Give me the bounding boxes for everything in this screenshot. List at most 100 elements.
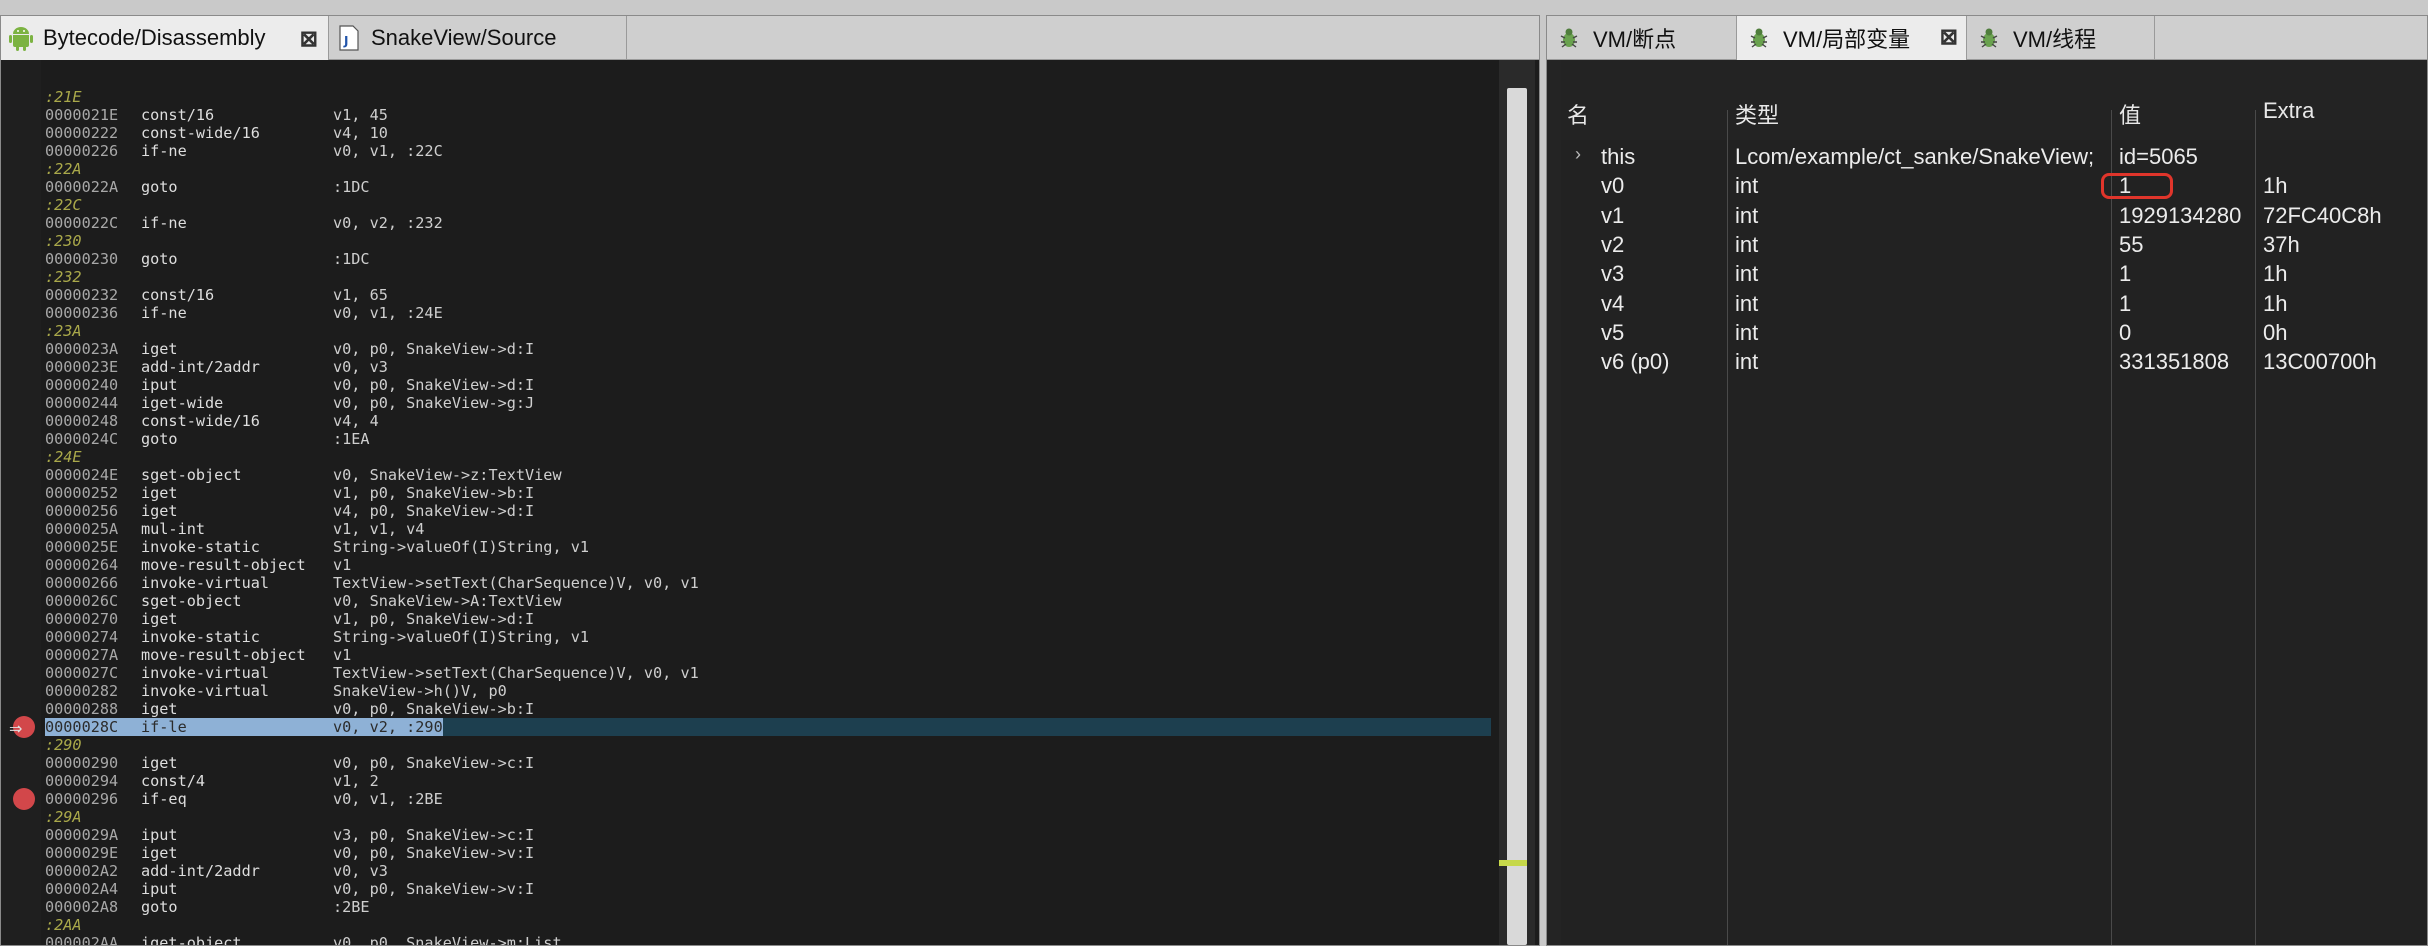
tab-vm-threads[interactable]: VM/线程 <box>1967 16 2155 60</box>
close-icon[interactable]: ⊠ <box>300 26 318 52</box>
breakpoint-gutter[interactable] <box>1 60 41 945</box>
code-line[interactable]: 0000027C invoke-virtual TextView->setText(… <box>45 664 1491 682</box>
vertical-scrollbar[interactable] <box>1499 60 1535 945</box>
tab-vm-breakpoints[interactable]: VM/断点 <box>1547 16 1737 60</box>
code-label[interactable]: :22A <box>45 160 1491 178</box>
column-header-value[interactable]: 值 <box>2119 98 2141 130</box>
tab-label: VM/断点 <box>1593 27 1677 52</box>
code-line[interactable]: 00000232 const/16 v1, 65 <box>45 286 1491 304</box>
code-line[interactable]: 0000022A goto:1DC <box>45 178 1491 196</box>
code-line[interactable]: 00000230 goto:1DC <box>45 250 1491 268</box>
code-line[interactable]: 0000022C if-ne v0, v2, :232 <box>45 214 1491 232</box>
code-label[interactable]: :2AA <box>45 916 1491 934</box>
code-opcode: const-wide/16 <box>141 412 260 430</box>
code-line[interactable]: 0000024C goto:1EA <box>45 430 1491 448</box>
cell-type: int <box>1735 261 1759 287</box>
code-address: 0000024E <box>45 466 119 484</box>
table-row[interactable]: v3 int 1 1h <box>1561 259 2427 289</box>
code-line[interactable]: 0000028C if-le v0, v2, :290 ⇒ <box>9 716 1491 738</box>
cell-value: 55 <box>2119 231 2144 257</box>
breakpoint-icon[interactable] <box>13 788 35 810</box>
tab-bytecode-disassembly[interactable]: Bytecode/Disassembly ⊠ <box>1 16 329 60</box>
code-label[interactable]: :24E <box>45 448 1491 466</box>
code-line[interactable]: 00000236 if-ne v0, v1, :24E <box>45 304 1491 322</box>
code-line[interactable]: 00000244 iget-wide v0, p0, SnakeView->g:J <box>45 394 1491 412</box>
code-line[interactable]: 0000029A iput v3, p0, SnakeView->c:I <box>45 826 1491 844</box>
code-line[interactable]: 000002A2 add-int/2addr v0, v3 <box>45 862 1491 880</box>
code-line[interactable]: 000002A4 iput v0, p0, SnakeView->v:I <box>45 880 1491 898</box>
code-line[interactable]: 000002A8 goto:2BE <box>45 898 1491 916</box>
code-line[interactable]: 0000027A move-result-object v1 <box>45 646 1491 664</box>
code-operands: v0, v3 <box>333 862 388 880</box>
code-label[interactable]: :22C <box>45 196 1491 214</box>
code-line[interactable]: 0000023E add-int/2addr v0, v3 <box>45 358 1491 376</box>
code-line[interactable]: 00000256 iget v4, p0, SnakeView->d:I <box>45 502 1491 520</box>
code-label[interactable]: :21E <box>45 88 1491 106</box>
code-editor[interactable]: :21E 0000021E const/16 v1, 45 00000222 const-… <box>1 60 1491 945</box>
code-line[interactable]: 00000274 invoke-static String->valueOf(I)S… <box>45 628 1491 646</box>
table-row[interactable]: v0 int 1 1h <box>1561 171 2427 201</box>
column-header-type[interactable]: 类型 <box>1735 98 1779 130</box>
table-row[interactable]: v2 int 55 37h <box>1561 230 2427 260</box>
code-line[interactable]: 0000029E iget v0, p0, SnakeView->v:I <box>45 844 1491 862</box>
variables-pane: VM/断点 VM/局部变量 ⊠ VM/线程 名 类型 值 Extra › thi… <box>1546 15 2428 946</box>
code-line[interactable]: 0000026C sget-object v0, SnakeView->A:Text… <box>45 592 1491 610</box>
tab-snakeview-source[interactable]: J SnakeView/Source <box>329 16 627 60</box>
code-line[interactable]: 00000270 iget v1, p0, SnakeView->d:I <box>45 610 1491 628</box>
code-operands: v1 <box>333 556 352 574</box>
code-address: 00000230 <box>45 250 119 268</box>
code-opcode: iget-object <box>141 934 242 945</box>
code-operands: v0, v3 <box>333 358 388 376</box>
tab-label: SnakeView/Source <box>371 25 557 50</box>
code-line[interactable]: 00000252 iget v1, p0, SnakeView->b:I <box>45 484 1491 502</box>
code-opcode: add-int/2addr <box>141 358 260 376</box>
code-line[interactable]: 0000025A mul-int v1, v1, v4 <box>45 520 1491 538</box>
scrollbar-thumb[interactable] <box>1507 88 1527 945</box>
bug-icon <box>1980 28 1998 48</box>
code-operands: v4, 4 <box>333 412 379 430</box>
code-line[interactable]: 00000222 const-wide/16 v4, 10 <box>45 124 1491 142</box>
svg-text:J: J <box>343 34 348 48</box>
table-row[interactable]: v1 int 1929134280 72FC40C8h <box>1561 201 2427 231</box>
column-header-extra[interactable]: Extra <box>2263 98 2314 124</box>
code-opcode: add-int/2addr <box>141 862 260 880</box>
code-line[interactable]: 00000248 const-wide/16 v4, 4 <box>45 412 1491 430</box>
code-line[interactable]: 00000226 if-ne v0, v1, :22C <box>45 142 1491 160</box>
code-line[interactable]: 00000266 invoke-virtual TextView->setText(… <box>45 574 1491 592</box>
tab-label: VM/线程 <box>2013 27 2097 52</box>
code-line[interactable]: 00000282 invoke-virtual SnakeView->h()V, p… <box>45 682 1491 700</box>
code-address: 0000029E <box>45 844 119 862</box>
code-line[interactable]: 00000294 const/4 v1, 2 <box>45 772 1491 790</box>
tab-vm-locals[interactable]: VM/局部变量 ⊠ <box>1737 16 1967 60</box>
code-line[interactable]: 0000024E sget-object v0, SnakeView->z:Text… <box>45 466 1491 484</box>
code-label[interactable]: :290 <box>45 736 1491 754</box>
code-line[interactable]: 00000296 if-eq v0, v1, :2BE <box>13 788 1491 810</box>
code-operands: v1, 65 <box>333 286 388 304</box>
code-label[interactable]: :230 <box>45 232 1491 250</box>
code-operands: :1EA <box>333 430 370 448</box>
code-line[interactable]: 0000023A iget v0, p0, SnakeView->d:I <box>45 340 1491 358</box>
close-icon[interactable]: ⊠ <box>1940 24 1958 50</box>
table-row[interactable]: v4 int 1 1h <box>1561 289 2427 319</box>
code-line[interactable]: 0000025E invoke-static String->valueOf(I)S… <box>45 538 1491 556</box>
chevron-right-icon[interactable]: › <box>1575 144 1581 165</box>
code-operands: String->valueOf(I)String, v1 <box>333 628 590 646</box>
code-opcode: const-wide/16 <box>141 124 260 142</box>
code-label[interactable]: :23A <box>45 322 1491 340</box>
code-line[interactable]: 00000288 iget v0, p0, SnakeView->b:I <box>45 700 1491 718</box>
table-row[interactable]: v5 int 0 0h <box>1561 318 2427 348</box>
column-header-name[interactable]: 名 <box>1567 98 1589 130</box>
code-label[interactable]: :232 <box>45 268 1491 286</box>
table-row[interactable]: › this Lcom/example/ct_sanke/SnakeView; id=… <box>1561 142 2427 172</box>
code-line[interactable]: 0000021E const/16 v1, 45 <box>45 106 1491 124</box>
table-row[interactable]: v6 (p0) int 331351808 13C00700h <box>1561 347 2427 377</box>
bug-icon <box>1560 28 1578 48</box>
code-line[interactable]: 00000240 iput v0, p0, SnakeView->d:I <box>45 376 1491 394</box>
code-label[interactable]: :29A <box>45 808 1491 826</box>
code-address: 0000028C <box>45 718 141 736</box>
code-line[interactable]: 00000290 iget v0, p0, SnakeView->c:I <box>45 754 1491 772</box>
code-line[interactable]: 000002AA iget-object v0, p0, SnakeView->m:… <box>45 934 1491 945</box>
code-line[interactable]: 00000264 move-result-object v1 <box>45 556 1491 574</box>
code-operands: v0, p0, SnakeView->g:J <box>333 394 535 412</box>
code-opcode: const/4 <box>141 772 206 790</box>
